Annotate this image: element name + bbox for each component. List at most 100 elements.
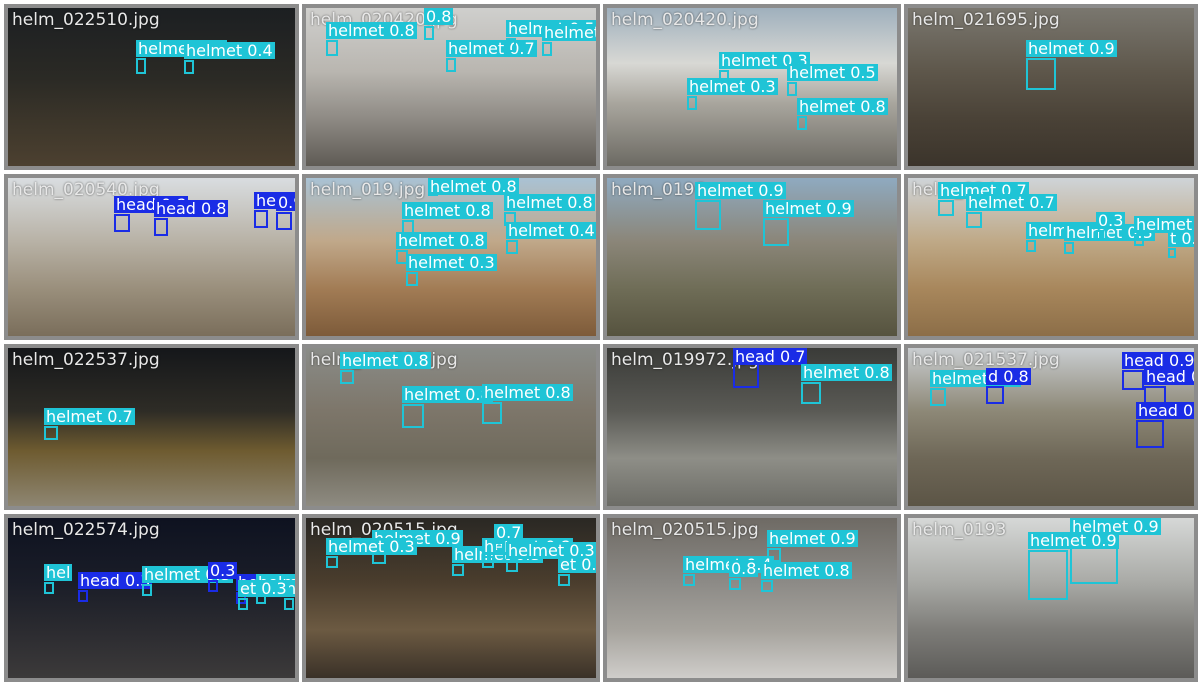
detection-label-head: head 0.7	[733, 347, 808, 366]
image-tile: helm_019.jpg helmet 0.8 helmet 0.8 helmet 0…	[302, 174, 600, 340]
detection-box-head	[114, 214, 130, 232]
detection-label-helmet: helmet 0.9	[1028, 531, 1119, 550]
detection-label-helmet: helmet 0.3	[406, 253, 497, 272]
image-tile: helm_022510.jpg helmet 0.3 helmet 0.4	[4, 4, 299, 170]
detection-label-helmet: helmet 0.8	[340, 351, 431, 370]
detection-box-helmet	[787, 82, 797, 96]
image-tile: helm_0196 helmet 0.9 helmet 0.9	[603, 174, 901, 340]
detection-box-helmet	[801, 382, 821, 404]
detection-label-helmet: 0.7	[494, 523, 524, 542]
detection-box-helmet	[494, 542, 504, 552]
detection-label-helmet: helmet 0.8	[504, 193, 595, 212]
image-tile: helm_022537.jpghelmet 0.7	[4, 344, 299, 510]
detection-label-helmet: helmet 0.4	[506, 221, 596, 240]
detection-label-helmet: helmet 0.8	[402, 201, 493, 220]
detection-box-head	[986, 386, 1004, 404]
detection-box-head	[78, 590, 88, 602]
detection-box-helmet	[184, 60, 194, 74]
image-tile: helm_020420.jpg helmet 0.3 helmet 0.3 helme…	[603, 4, 901, 170]
detection-box-helmet	[1028, 550, 1068, 600]
detection-box-head	[276, 212, 292, 230]
detection-label-head: head 0.7	[1136, 402, 1194, 419]
detection-box-helmet	[966, 212, 982, 228]
detection-label-helmet: helmet 0.9	[695, 181, 786, 200]
tile-filename: helm_022510.jpg	[12, 10, 160, 30]
detection-label-helmet: helmet 0.7	[542, 24, 596, 41]
tile-filename: helm_0196	[611, 180, 706, 200]
detection-box-helmet	[506, 560, 518, 572]
detection-box-helmet	[424, 26, 434, 40]
detection-box-helmet	[797, 116, 807, 130]
image-tile: helm_020515.jpg helmet 0.9 helmet 0.4 0.8 he…	[603, 514, 901, 682]
detection-box-helmet	[1168, 248, 1176, 258]
tile-filename: helm_021695.jpg	[912, 10, 1060, 30]
tile-filename: helm_019.jpg	[310, 180, 426, 200]
detection-box-helmet	[136, 58, 146, 74]
detection-box-helmet	[542, 42, 552, 56]
detection-label-helmet: helmet 0.7	[44, 407, 135, 426]
detection-label-helmet: helmet 0.7	[446, 39, 537, 58]
tile-filename: helm_022537.jpg	[12, 350, 160, 370]
detection-box-helmet	[406, 272, 418, 286]
tile-filename: helm_020515.jpg	[611, 520, 759, 540]
detection-box-head	[1122, 370, 1144, 390]
detection-label-helmet: helmet 0.9	[1026, 39, 1117, 58]
tile-filename: helm_021537.jpg	[912, 350, 1060, 370]
detection-box-head	[208, 580, 218, 592]
image-tile: helm_021537.jpghelmet 0.8helmet 0.8helme…	[302, 344, 600, 510]
detection-label-helmet: helmet 0.8	[396, 231, 487, 250]
detection-box-helmet	[238, 598, 248, 610]
detection-box-helmet	[284, 598, 294, 610]
image-tile: helm_019972.jpg head 0.7 helmet 0.8	[603, 344, 901, 510]
detection-label-helmet: helmet 0.4	[184, 41, 275, 60]
detection-box-head	[154, 218, 168, 236]
detection-label-helmet: helmet 0.8	[402, 385, 493, 404]
image-mosaic-grid: helm_022510.jpg helmet 0.3 helmet 0.4 helm_…	[0, 0, 1198, 686]
detection-label-head: head 0.8	[154, 199, 229, 218]
detection-label-helmet: helmet 0.8	[761, 561, 852, 580]
detection-box-head	[254, 210, 268, 228]
image-tile: helm_020420.jpg helmet 0.8 0.8 helmet 0.7 he…	[302, 4, 600, 170]
detection-label-helmet: helmet 0.9	[767, 529, 858, 548]
detection-box-helmet	[683, 574, 695, 586]
detection-label-head: head 0.9	[1144, 368, 1194, 385]
detection-label-helmet: helmet 0.8	[797, 97, 888, 116]
detection-box-helmet	[1134, 234, 1144, 246]
detection-box-helmet	[930, 388, 946, 406]
detection-label-helmet: et 0.4	[558, 556, 596, 573]
detection-box-helmet	[402, 404, 424, 428]
image-tile: helm_0193 helmet 0.9 helmet 0.9	[904, 514, 1198, 682]
detection-box-helmet	[761, 580, 773, 592]
detection-label-head: 0.9	[276, 194, 295, 211]
detection-box-helmet	[506, 38, 516, 52]
detection-box-helmet	[482, 556, 494, 568]
tile-filename: helm_020420.jpg	[611, 10, 759, 30]
detection-label-helmet: et 0.3	[238, 579, 289, 598]
detection-box-helmet	[506, 240, 518, 254]
detection-label-helmet: helmet 0.3	[687, 77, 778, 96]
detection-box-helmet	[763, 218, 789, 246]
tile-filename: helm_0193	[912, 520, 1007, 540]
detection-label-helmet: helmet 0.8	[326, 21, 417, 40]
detection-label-head: d 0.8	[986, 367, 1031, 386]
detection-label-helmet: helmet 0.5	[787, 63, 878, 82]
detection-box-helmet	[687, 96, 697, 110]
detection-box-helmet	[558, 574, 570, 586]
image-tile: helm_020540.jpghead 0.8head 0.8head 0.80…	[4, 174, 299, 340]
detection-box-helmet	[1096, 230, 1104, 240]
detection-box-helmet	[452, 564, 464, 576]
detection-box-helmet	[326, 556, 338, 568]
detection-box-helmet	[44, 582, 54, 594]
detection-box-helmet	[1026, 58, 1056, 90]
detection-label-helmet: helmet 0.3	[326, 537, 417, 556]
detection-label-helmet: helmet 0.7	[966, 193, 1057, 212]
detection-box-helmet	[695, 200, 721, 230]
detection-label-helmet: helmet 0.8	[801, 363, 892, 382]
detection-box-helmet	[1026, 240, 1036, 252]
detection-box-helmet	[326, 40, 338, 56]
detection-box-helmet	[446, 58, 456, 72]
detection-box-helmet	[340, 370, 354, 384]
image-tile: helm_02.jpghelmet 0.7helmet 0.7helmet 0.…	[904, 174, 1198, 340]
detection-label-helmet: helmet 0.8	[482, 383, 573, 402]
detection-box-helmet	[938, 200, 954, 216]
